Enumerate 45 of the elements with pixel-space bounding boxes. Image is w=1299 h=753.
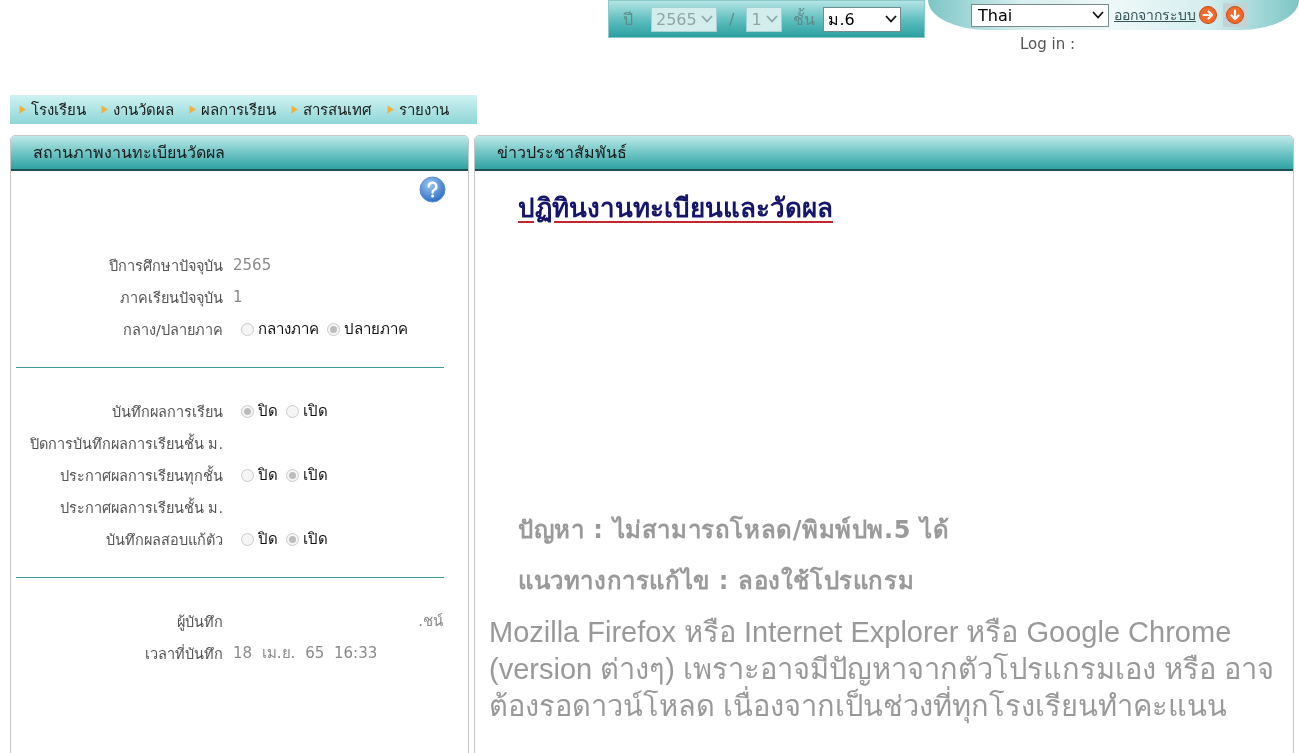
menu-item[interactable]: รายงาน [386, 97, 449, 122]
field-label: ปีการศึกษาปัจจุบัน [109, 256, 223, 277]
login-label: Log in : [1020, 35, 1076, 53]
field-label: ปิดการบันทึกผลการเรียนชั้น ม. [29, 432, 223, 454]
menu-item[interactable]: สารสนเทศ [290, 97, 372, 122]
news-headline-link[interactable]: ปฏิทินงานทะเบียนและวัดผล [518, 187, 833, 228]
arrow-down-circle-icon [1226, 6, 1244, 24]
field-label: เวลาที่บันทึก [145, 643, 223, 664]
help-icon[interactable] [419, 176, 446, 203]
triangle-icon [100, 105, 109, 114]
field-value: 1 [233, 288, 243, 306]
panel-title: ข่าวประชาสัมพันธ์ [497, 142, 627, 164]
triangle-icon [18, 105, 27, 114]
triangle-icon [290, 105, 299, 114]
triangle-icon [188, 105, 197, 114]
chevron-down-icon [1092, 11, 1104, 19]
field-label: บันทึกผลการเรียน [112, 402, 223, 422]
separator-text: / [729, 9, 735, 29]
solution-text: แนวทางการแก้ไข : ลองใช้โปรแกรม [518, 565, 916, 597]
arrow-right-circle-icon[interactable] [1199, 6, 1217, 24]
year-label: ปี [623, 8, 633, 31]
field-label: ผู้บันทึก [177, 612, 223, 633]
grade-select[interactable]: ม.6 [823, 6, 902, 32]
field-label: ประกาศผลการเรียนชั้น ม. [59, 496, 223, 518]
triangle-icon [386, 105, 395, 114]
chevron-down-icon [885, 15, 898, 23]
field-label: ภาคเรียนปัจจุบัน [120, 288, 223, 309]
field-label: กลาง/ปลายภาค [123, 320, 223, 340]
grade-label: ชั้น [793, 7, 816, 31]
chevron-down-icon [701, 15, 713, 23]
menu-item[interactable]: ผลการเรียน [188, 97, 276, 122]
logout-link[interactable]: ออกจากระบบ [1114, 4, 1196, 26]
chevron-down-icon [766, 15, 779, 23]
field-value: 18 เม.ย. 65 16:33 [233, 643, 378, 664]
field-label: ประกาศผลการเรียนทุกชั้น [60, 464, 223, 487]
advice-paragraph: Mozilla Firefox หรือ Internet Explorer หรือ Google Chrome (version ต่างๆ) เพราะอาจมีปัญหาจากตัวโปรแกรมเอง หรือ อาจต้องรอดาวน์โหลด เนื่องจากเป็นช่วงที่ทุกโรงเรียนทำคะแนน [489, 615, 1276, 725]
field-label: บันทึกผลสอบแก้ตัว [106, 530, 223, 550]
field-value: 2565 [233, 256, 272, 274]
field-value: .ชน์ [418, 611, 443, 632]
panel-title: สถานภาพงานทะเบียนวัดผล [33, 142, 225, 164]
menu-item[interactable]: โรงเรียน [18, 97, 86, 122]
language-select[interactable]: Thai [971, 3, 1109, 27]
problem-text: ปัญหา : ไม่สามารถโหลด/พิมพ์ปพ.5 ได้ [518, 514, 951, 546]
down-arrow-button[interactable] [1223, 3, 1247, 27]
menu-item[interactable]: งานวัดผล [100, 97, 174, 122]
